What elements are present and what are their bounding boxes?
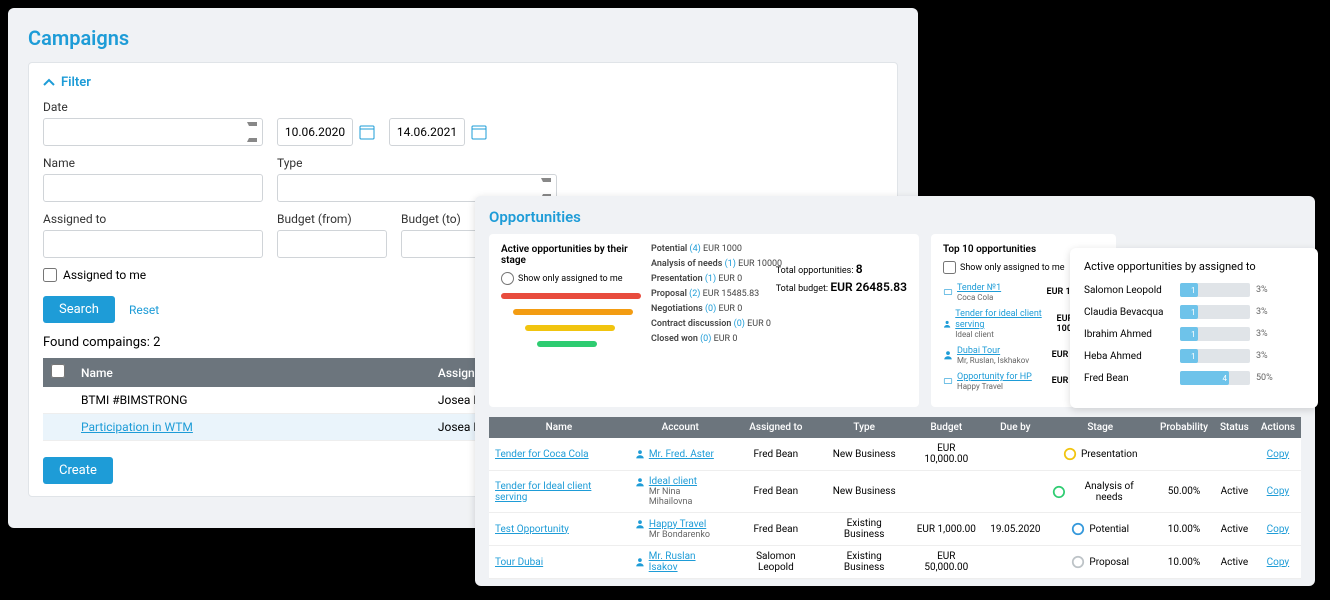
opp-row[interactable]: Tour Dubai Mr. Ruslan Isakov Salomon Leo…: [489, 546, 1301, 579]
top10-show-only-checkbox[interactable]: [943, 261, 956, 274]
stage-icon: [1052, 485, 1066, 499]
opp-row[interactable]: Test Opportunity Happy TravelMr Bondaren…: [489, 513, 1301, 546]
campaign-link[interactable]: Participation in WTM: [81, 420, 193, 434]
legend-item: Negotiations (0) EUR 0: [651, 304, 907, 314]
assigned-row: Ibrahim Ahmed13%: [1084, 327, 1304, 341]
person-icon: [943, 319, 951, 329]
opp-name-link[interactable]: Tender for Ideal client serving: [495, 481, 591, 503]
show-only-radio[interactable]: [501, 272, 514, 285]
legend-item: Potential (4) EUR 1000: [651, 244, 907, 254]
search-button[interactable]: Search: [43, 296, 115, 323]
assigned-row: Fred Bean450%: [1084, 371, 1304, 385]
assigned-label: Assigned to: [43, 212, 263, 226]
stages-title: Active opportunities by their stage: [501, 244, 641, 266]
assigned-row: Salomon Leopold13%: [1084, 283, 1304, 297]
copy-link[interactable]: Copy: [1267, 524, 1290, 535]
stage-bar: [513, 309, 633, 315]
chevron-up-icon: [43, 77, 55, 89]
reset-link[interactable]: Reset: [129, 303, 159, 317]
link-icon: [943, 287, 953, 297]
date-label: Date: [43, 100, 263, 114]
stage-bar: [525, 325, 615, 331]
budgetfrom-label: Budget (from): [277, 212, 387, 226]
calendar-icon[interactable]: [359, 124, 375, 140]
copy-link[interactable]: Copy: [1267, 557, 1290, 568]
budget-from-input[interactable]: [277, 230, 387, 258]
date-to-input[interactable]: [389, 118, 465, 146]
stage-bar: [501, 293, 641, 299]
opportunities-table: Name Account Assigned to Type Budget Due…: [489, 417, 1301, 579]
opp-name-link[interactable]: Tour Dubai: [495, 557, 543, 568]
account-icon: [635, 477, 645, 487]
filter-toggle[interactable]: Filter: [43, 75, 883, 90]
type-label: Type: [277, 156, 557, 170]
assigned-row: Claudia Bevacqua13%: [1084, 305, 1304, 319]
legend-item: Closed won (0) EUR 0: [651, 334, 907, 344]
account-icon: [635, 557, 645, 567]
copy-link[interactable]: Copy: [1267, 449, 1290, 460]
opp-name-link[interactable]: Tender for Coca Cola: [495, 449, 589, 460]
opp-row[interactable]: Tender for Coca Cola Mr. Fred. Aster Fre…: [489, 438, 1301, 471]
stage-icon: [1071, 555, 1085, 569]
opp-row[interactable]: Tender for Ideal client serving Ideal cl…: [489, 471, 1301, 513]
assigned-title: Active opportunities by assigned to: [1084, 260, 1304, 273]
copy-link[interactable]: Copy: [1267, 486, 1290, 497]
person-icon: [943, 350, 953, 360]
assigned-me-checkbox[interactable]: [43, 268, 57, 282]
account-icon: [635, 449, 645, 459]
assigned-row: Heba Ahmed13%: [1084, 349, 1304, 363]
name-label: Name: [43, 156, 263, 170]
stages-card: Active opportunities by their stage Show…: [489, 234, 919, 407]
link-icon: [943, 376, 953, 386]
stage-bar: [537, 341, 597, 347]
assigned-card: Active opportunities by assigned to Salo…: [1070, 248, 1318, 408]
account-icon: [635, 519, 645, 529]
filter-label: Filter: [61, 75, 91, 90]
opportunities-title: Opportunities: [489, 208, 1301, 226]
stage-icon: [1071, 522, 1085, 536]
col-name[interactable]: Name: [73, 358, 430, 387]
stage-icon: [1063, 447, 1077, 461]
date-sort-select[interactable]: [43, 118, 263, 146]
date-from-input[interactable]: [277, 118, 353, 146]
opp-name-link[interactable]: Test Opportunity: [495, 524, 569, 535]
campaigns-title: Campaigns: [28, 26, 898, 50]
name-input[interactable]: [43, 174, 263, 202]
create-button[interactable]: Create: [43, 457, 113, 484]
select-all-checkbox[interactable]: [51, 364, 65, 378]
assigned-input[interactable]: [43, 230, 263, 258]
assigned-me-label: Assigned to me: [63, 268, 146, 282]
totals: Total opportunities: 8 Total budget: EUR…: [776, 262, 907, 294]
calendar-icon[interactable]: [471, 124, 487, 140]
legend-item: Contract discussion (0) EUR 0: [651, 319, 907, 329]
